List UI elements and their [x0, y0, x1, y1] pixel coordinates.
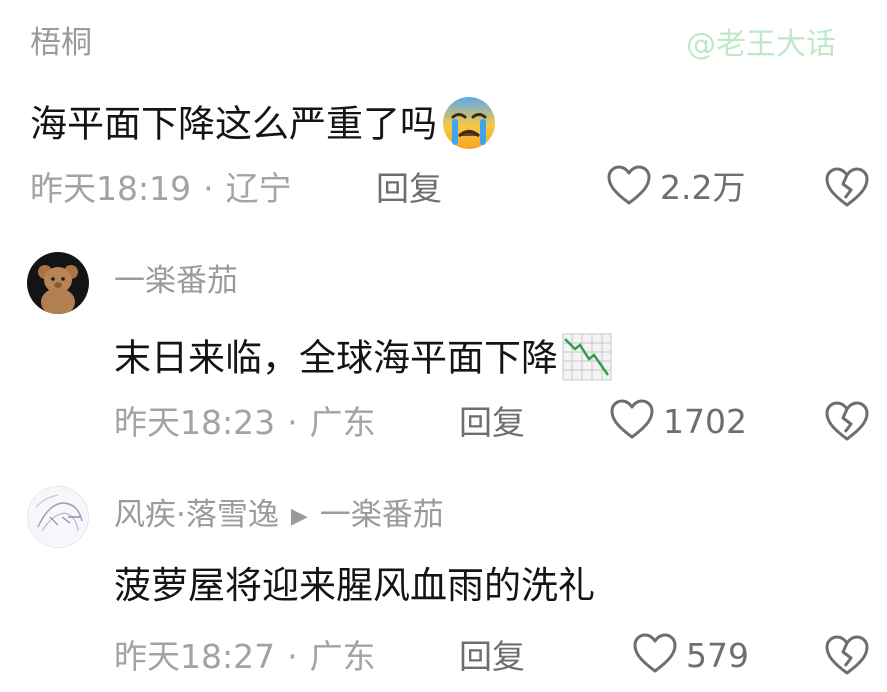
dislike-button[interactable]	[824, 400, 870, 446]
comment-content: 海平面下降这么严重了吗	[30, 95, 497, 157]
comment-text: 海平面下降这么严重了吗	[30, 102, 437, 146]
comment-meta: 昨天18:27 · 广东	[114, 640, 376, 673]
comment-location: 广东	[309, 637, 376, 676]
comment-username[interactable]: 梧桐	[30, 28, 92, 59]
dislike-button[interactable]	[824, 166, 870, 212]
avatar[interactable]	[27, 486, 89, 548]
heart-icon	[609, 398, 655, 444]
meta-separator: ·	[287, 637, 298, 676]
heart-icon	[632, 632, 678, 678]
comment-location: 广东	[309, 403, 376, 442]
heart-icon	[606, 164, 652, 210]
comment-time: 昨天18:27	[114, 637, 276, 676]
comment-location: 辽宁	[225, 169, 292, 208]
broken-heart-icon	[824, 401, 870, 446]
like-count: 2.2万	[660, 167, 746, 207]
comment-username-line: 风疾·落雪逸 ▶ 一楽番茄	[114, 500, 444, 531]
reply-arrow-icon: ▶	[290, 503, 308, 529]
crying-face-emoji-icon	[441, 95, 497, 157]
broken-heart-icon	[824, 167, 870, 212]
comment-content: 末日来临，全球海平面下降	[114, 333, 612, 387]
comment-text: 末日来临，全球海平面下降	[114, 336, 558, 380]
comment-meta: 昨天18:23 · 广东	[114, 406, 376, 439]
comment-content: 菠萝屋将迎来腥风血雨的洗礼	[114, 564, 595, 607]
dislike-button[interactable]	[824, 634, 870, 680]
reply-to-username[interactable]: 一楽番茄	[320, 497, 444, 533]
watermark: @老王大话	[686, 27, 836, 62]
broken-heart-icon	[824, 635, 870, 680]
meta-separator: ·	[203, 169, 214, 208]
like-count: 1702	[663, 401, 747, 441]
comment-meta: 昨天18:19 · 辽宁	[30, 172, 292, 205]
comment-username[interactable]: 风疾·落雪逸	[114, 497, 279, 533]
like-button[interactable]: 2.2万	[606, 164, 745, 210]
comment-time: 昨天18:19	[30, 169, 192, 208]
avatar[interactable]	[27, 252, 89, 314]
reply-button[interactable]: 回复	[459, 640, 525, 673]
reply-button[interactable]: 回复	[376, 172, 442, 205]
comment-time: 昨天18:23	[114, 403, 276, 442]
anime-sketch-avatar-icon	[28, 487, 88, 547]
like-button[interactable]: 1702	[609, 398, 747, 444]
like-button[interactable]: 579	[632, 632, 749, 678]
comment-username[interactable]: 一楽番茄	[114, 266, 238, 297]
reply-button[interactable]: 回复	[459, 406, 525, 439]
chart-decreasing-emoji-icon	[562, 333, 612, 387]
meta-separator: ·	[287, 403, 298, 442]
like-count: 579	[686, 635, 749, 675]
teddy-bear-avatar-icon	[27, 252, 89, 314]
